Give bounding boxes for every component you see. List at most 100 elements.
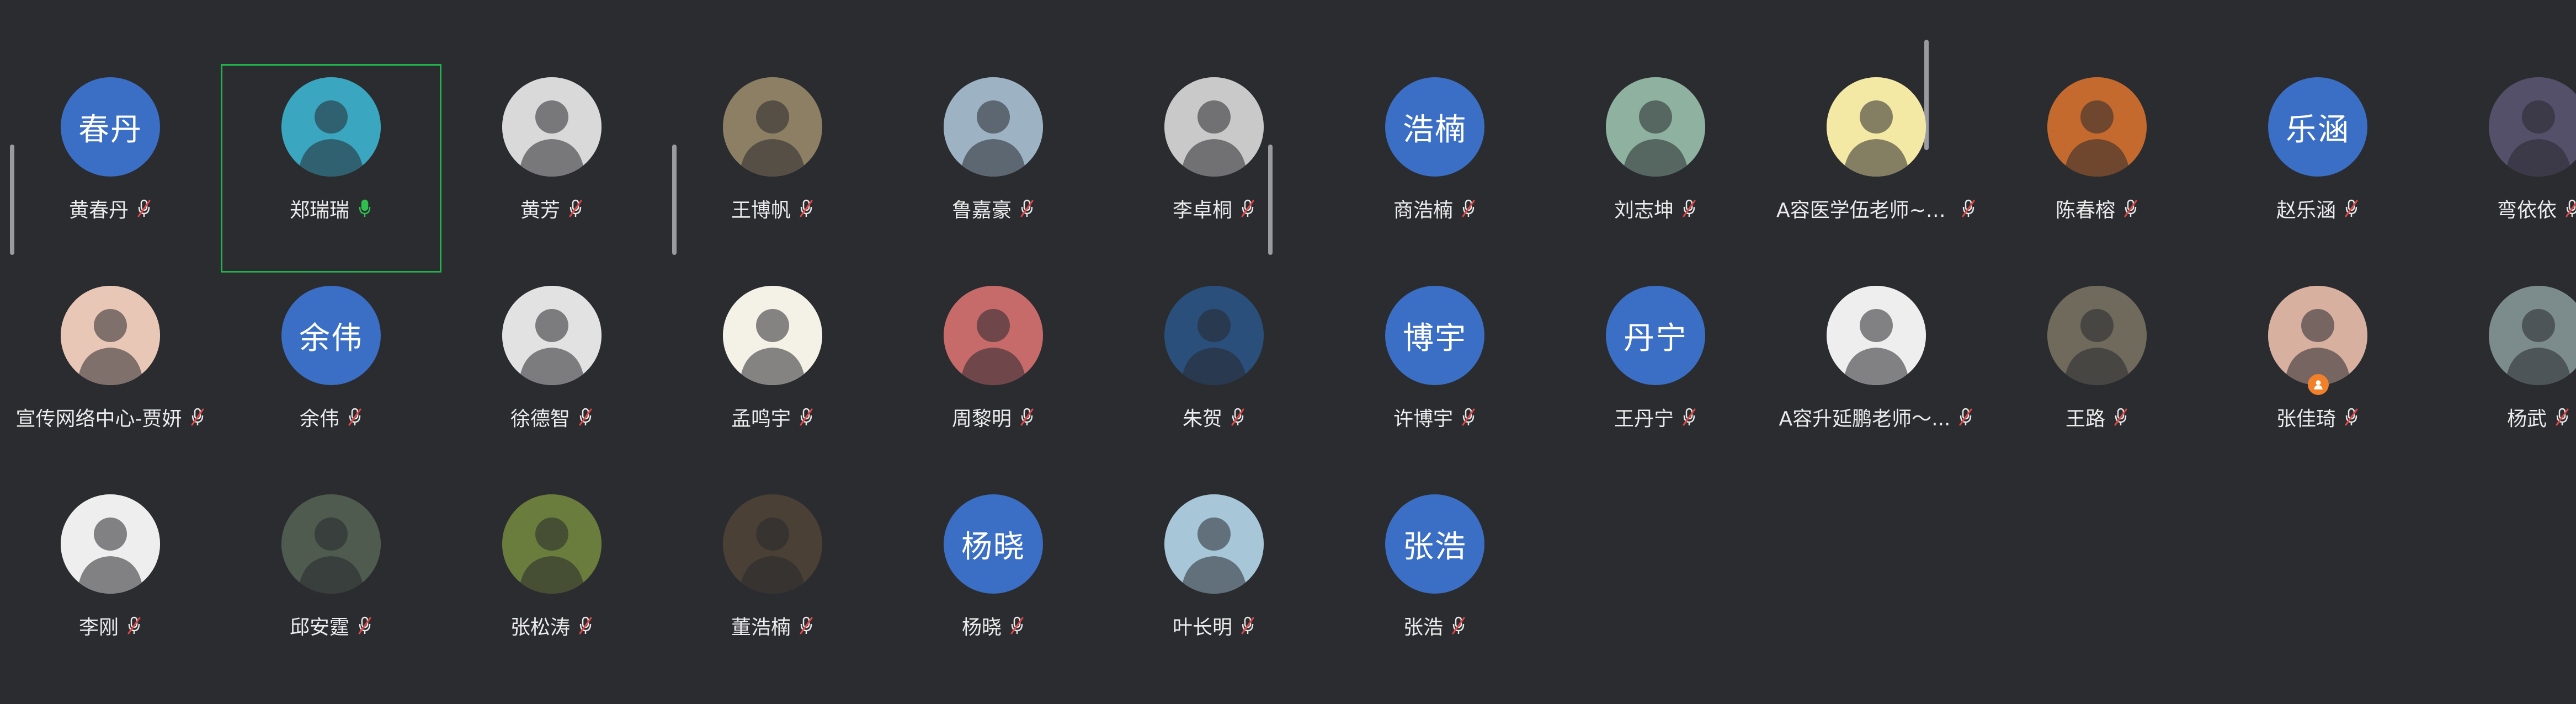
participant-name: 刘志坤 <box>1614 199 1674 222</box>
mic-muted-icon <box>2564 199 2576 218</box>
mic-muted-icon <box>2344 199 2359 218</box>
mic-muted-icon <box>799 199 814 218</box>
mic-muted-icon <box>1009 616 1025 636</box>
participant-name-row: 郑瑞瑞 <box>222 194 440 223</box>
participant-tile[interactable]: 董浩楠 <box>662 481 883 690</box>
participant-tile[interactable]: 周黎明 <box>883 273 1104 481</box>
mic-muted-icon <box>2123 199 2138 218</box>
participant-name: 董浩楠 <box>731 616 791 639</box>
participant-tile[interactable]: 孟鸣宇 <box>662 273 883 481</box>
participant-name-row: 许博宇 <box>1324 403 1545 431</box>
illustrated-man-icon <box>2489 286 2576 385</box>
participant-name: 郑瑞瑞 <box>289 199 349 222</box>
participant-tile[interactable]: 浩楠 商浩楠 <box>1324 64 1545 273</box>
person-in-black-photo-icon <box>2047 77 2147 177</box>
participant-name-row: 刘志坤 <box>1545 194 1766 223</box>
participant-name: 宣传网络中心-贾妍 <box>15 408 182 430</box>
participant-name-row: 杨武 <box>2428 403 2576 431</box>
mic-muted-icon <box>2344 407 2359 427</box>
participant-name-row: 徐德智 <box>441 403 662 431</box>
participant-name-row: 商浩楠 <box>1324 194 1545 223</box>
man-in-suit-photo-icon <box>61 494 160 594</box>
participant-name-row: 王丹宁 <box>1545 403 1766 431</box>
participant-tile[interactable]: 徐德智 <box>441 273 662 481</box>
participant-tile[interactable]: 博宇许博宇 <box>1324 273 1545 481</box>
mic-muted-icon <box>1451 616 1466 636</box>
participant-name: 叶长明 <box>1172 616 1232 639</box>
participant-tile[interactable]: 邱安霆 <box>221 481 441 690</box>
man-in-hallway-photo-icon <box>281 494 381 594</box>
participant-tile[interactable]: 王博帆 <box>662 64 883 273</box>
participant-name-row: A容升延鹏老师～... <box>1766 403 1987 431</box>
woman-selfie-photo-icon <box>2268 286 2367 385</box>
mic-muted-icon <box>578 407 593 427</box>
participant-name: 朱贺 <box>1182 408 1222 430</box>
school-poster-photo-icon <box>1827 77 1926 177</box>
participant-tile[interactable]: 叶长明 <box>1104 481 1324 690</box>
participant-name: 徐德智 <box>510 408 570 430</box>
participant-tile[interactable]: A容医学伍老师~1... <box>1766 64 1987 273</box>
man-in-tuxedo-photo-icon <box>1164 77 1264 177</box>
participant-name-row: 邱安霆 <box>221 611 441 640</box>
avatar-initials: 浩楠 <box>1385 77 1484 177</box>
participant-tile[interactable]: A容升延鹏老师～... <box>1766 273 1987 481</box>
mic-muted-icon <box>578 616 593 636</box>
participant-tile[interactable]: 春丹 黄春丹 <box>0 64 221 273</box>
man-at-beach-photo-icon <box>1164 494 1264 594</box>
participant-name-row: 王路 <box>1987 403 2207 431</box>
mic-muted-icon <box>1681 407 1697 427</box>
participant-tile[interactable]: 朱贺 <box>1104 273 1324 481</box>
avatar-initials: 博宇 <box>1385 286 1484 385</box>
participant-tile[interactable]: 余伟 余伟 <box>221 273 441 481</box>
participant-tile[interactable]: 张佳琦 <box>2207 273 2428 481</box>
participant-tile[interactable]: 张松涛 <box>441 481 662 690</box>
participant-name-row: 陈春榕 <box>1987 194 2207 223</box>
participant-name: 孟鸣宇 <box>731 408 791 430</box>
participant-tile[interactable]: 鲁嘉豪 <box>883 64 1104 273</box>
participant-name-row: 叶长明 <box>1104 611 1324 640</box>
participant-name: 李卓桐 <box>1172 199 1232 222</box>
mic-muted-icon <box>2554 407 2570 427</box>
participant-tile[interactable]: 张浩 张浩 <box>1324 481 1545 690</box>
shark-hat-photo-icon <box>944 77 1043 177</box>
participant-tile[interactable]: 王路 <box>1987 273 2207 481</box>
participant-name: 周黎明 <box>951 408 1012 430</box>
participant-tile[interactable]: 弯依依 <box>2428 64 2576 273</box>
young-man-photo-icon <box>502 286 602 385</box>
participant-name: 黄芳 <box>520 199 560 222</box>
participant-tile[interactable]: 陈春榕 <box>1987 64 2207 273</box>
participant-name-row: 黄芳 <box>441 194 662 223</box>
participant-name-row: 余伟 <box>221 403 441 431</box>
participant-tile[interactable]: 丹宁 王丹宁 <box>1545 273 1766 481</box>
mic-muted-icon <box>1961 199 1976 218</box>
participant-name: 赵乐涵 <box>2276 199 2336 222</box>
cat-with-party-hat-photo-icon <box>2047 286 2147 385</box>
participant-name: 许博宇 <box>1393 408 1453 430</box>
participant-tile[interactable]: 李刚 <box>0 481 221 690</box>
cartoon-character-photo-icon <box>1164 286 1264 385</box>
participant-name-row: 周黎明 <box>883 403 1104 431</box>
participant-name: 鲁嘉豪 <box>951 199 1012 222</box>
participant-name-row: 董浩楠 <box>662 611 883 640</box>
participant-name-row: 张佳琦 <box>2207 403 2428 431</box>
participant-name-row: 鲁嘉豪 <box>883 194 1104 223</box>
participant-name: 张佳琦 <box>2276 408 2336 430</box>
mic-muted-icon <box>126 616 142 636</box>
participant-tile[interactable]: 宣传网络中心-贾妍 <box>0 273 221 481</box>
participant-tile[interactable]: 杨武 <box>2428 273 2576 481</box>
smiling-woman-photo-icon <box>61 286 160 385</box>
participant-name: 杨武 <box>2506 408 2547 430</box>
participant-tile[interactable]: 李卓桐 <box>1104 64 1324 273</box>
participant-name: 杨晓 <box>961 616 1002 639</box>
mic-muted-icon <box>1019 407 1035 427</box>
avatar-initials-text: 浩楠 <box>1403 111 1467 148</box>
participant-name: 王路 <box>2065 408 2105 430</box>
participant-tile[interactable]: 郑瑞瑞 <box>221 64 441 273</box>
participant-tile[interactable]: 刘志坤 <box>1545 64 1766 273</box>
host-icon <box>2308 374 2329 395</box>
participant-tile[interactable]: 杨晓 杨晓 <box>883 481 1104 690</box>
participant-name-row: 李卓桐 <box>1104 194 1324 223</box>
participant-tile[interactable]: 乐涵 赵乐涵 <box>2207 64 2428 273</box>
participant-tile[interactable]: 黄芳 <box>441 64 662 273</box>
mic-muted-icon <box>1461 199 1476 218</box>
